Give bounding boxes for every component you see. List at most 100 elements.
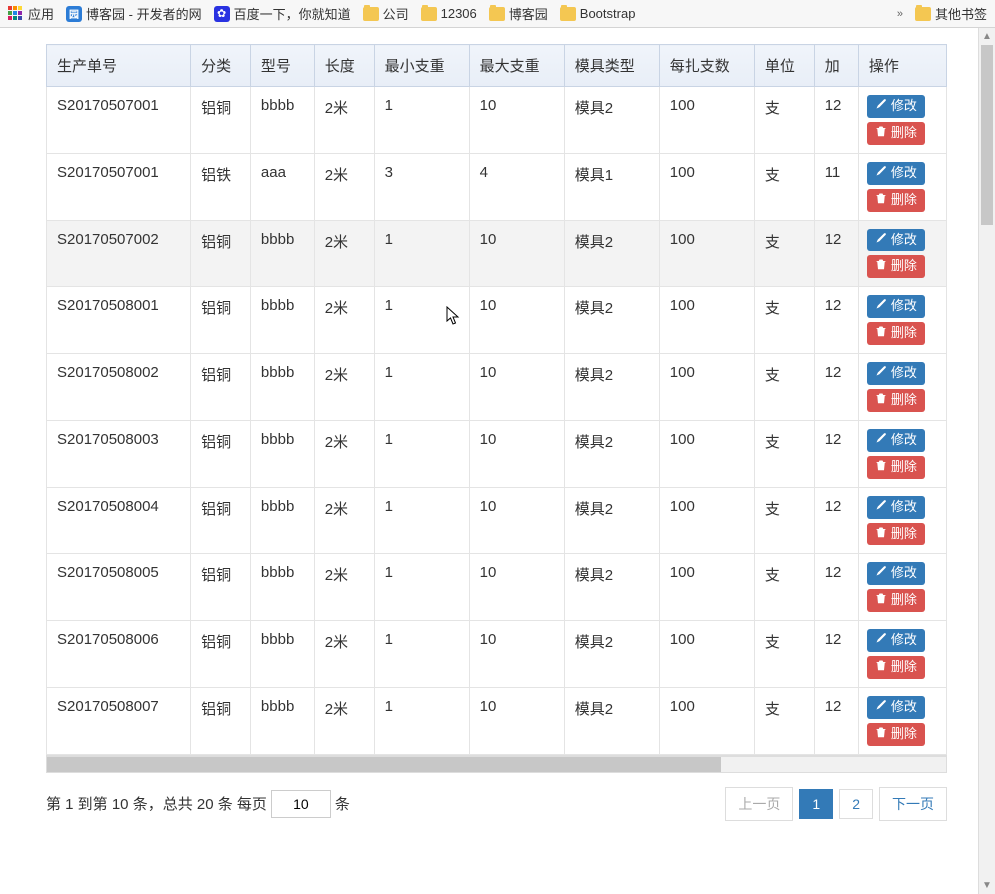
- table-cell: 100: [659, 554, 754, 621]
- table-cell: 2米: [314, 354, 374, 421]
- table-cell: 3: [374, 153, 469, 220]
- apps-bookmark[interactable]: 应用: [8, 4, 54, 23]
- page-2-button[interactable]: 2: [839, 789, 873, 819]
- edit-button[interactable]: 修改: [867, 95, 925, 118]
- folder-cnblogs[interactable]: 博客园: [489, 4, 548, 23]
- horizontal-scrollbar[interactable]: [46, 756, 947, 773]
- table-cell: 12: [814, 621, 858, 688]
- folder-icon: [560, 7, 576, 21]
- delete-label: 删除: [891, 325, 917, 342]
- edit-button[interactable]: 修改: [867, 562, 925, 585]
- delete-button[interactable]: 删除: [867, 723, 925, 746]
- page-size-input[interactable]: [271, 790, 331, 818]
- edit-button[interactable]: 修改: [867, 429, 925, 452]
- col-header[interactable]: 加: [814, 45, 858, 87]
- action-cell: 修改删除: [858, 287, 946, 354]
- col-header[interactable]: 单位: [754, 45, 814, 87]
- col-header[interactable]: 型号: [250, 45, 314, 87]
- table-cell: 2米: [314, 420, 374, 487]
- horizontal-scrollbar-thumb[interactable]: [47, 757, 721, 772]
- table-cell: S20170508005: [47, 554, 191, 621]
- delete-label: 删除: [891, 125, 917, 142]
- table-cell: 1: [374, 487, 469, 554]
- delete-button[interactable]: 删除: [867, 456, 925, 479]
- table-cell: 模具2: [564, 287, 659, 354]
- table-cell: 10: [469, 220, 564, 287]
- delete-button[interactable]: 删除: [867, 389, 925, 412]
- table-cell: 2米: [314, 220, 374, 287]
- col-header[interactable]: 生产单号: [47, 45, 191, 87]
- table-cell: 12: [814, 87, 858, 154]
- folder-12306[interactable]: 12306: [421, 6, 477, 21]
- table-cell: S20170508007: [47, 688, 191, 755]
- table-cell: 支: [754, 87, 814, 154]
- edit-button[interactable]: 修改: [867, 295, 925, 318]
- edit-button[interactable]: 修改: [867, 629, 925, 652]
- table-cell: 12: [814, 220, 858, 287]
- action-cell: 修改删除: [858, 420, 946, 487]
- table-cell: 1: [374, 87, 469, 154]
- edit-button[interactable]: 修改: [867, 362, 925, 385]
- action-cell: 修改删除: [858, 688, 946, 755]
- scroll-up-button[interactable]: ▲: [979, 28, 995, 45]
- col-header[interactable]: 每扎支数: [659, 45, 754, 87]
- col-header[interactable]: 最小支重: [374, 45, 469, 87]
- next-page-button[interactable]: 下一页: [879, 787, 947, 821]
- trash-icon: [875, 392, 887, 409]
- vertical-scrollbar-thumb[interactable]: [981, 45, 993, 225]
- delete-button[interactable]: 删除: [867, 589, 925, 612]
- table-cell: bbbb: [250, 688, 314, 755]
- table-cell: 1: [374, 621, 469, 688]
- edit-button[interactable]: 修改: [867, 229, 925, 252]
- col-header[interactable]: 操作: [858, 45, 946, 87]
- other-bookmarks[interactable]: 其他书签: [915, 4, 987, 23]
- folder-bootstrap[interactable]: Bootstrap: [560, 6, 636, 21]
- edit-icon: [875, 565, 887, 582]
- table-cell: 模具2: [564, 554, 659, 621]
- table-cell: 100: [659, 354, 754, 421]
- prev-page-button[interactable]: 上一页: [725, 787, 793, 821]
- table-cell: 12: [814, 287, 858, 354]
- bookmarks-overflow[interactable]: »: [893, 8, 907, 20]
- delete-button[interactable]: 删除: [867, 656, 925, 679]
- col-header[interactable]: 模具类型: [564, 45, 659, 87]
- col-header[interactable]: 最大支重: [469, 45, 564, 87]
- table-cell: 12: [814, 688, 858, 755]
- delete-button[interactable]: 删除: [867, 255, 925, 278]
- edit-button[interactable]: 修改: [867, 162, 925, 185]
- table-cell: 2米: [314, 688, 374, 755]
- delete-button[interactable]: 删除: [867, 189, 925, 212]
- edit-label: 修改: [891, 499, 917, 516]
- cnblogs-bookmark[interactable]: 园 博客园 - 开发者的网: [66, 4, 202, 23]
- delete-button[interactable]: 删除: [867, 322, 925, 345]
- table-cell: 1: [374, 420, 469, 487]
- pager-info-prefix: 第 1 到第 10 条，总共 20 条 每页: [46, 793, 267, 814]
- folder-icon: [421, 7, 437, 21]
- edit-icon: [875, 632, 887, 649]
- table-cell: 2米: [314, 487, 374, 554]
- folder-label: 12306: [441, 6, 477, 21]
- edit-button[interactable]: 修改: [867, 696, 925, 719]
- table-cell: 支: [754, 688, 814, 755]
- col-header[interactable]: 长度: [314, 45, 374, 87]
- trash-icon: [875, 726, 887, 743]
- delete-button[interactable]: 删除: [867, 523, 925, 546]
- folder-company[interactable]: 公司: [363, 4, 409, 23]
- delete-button[interactable]: 删除: [867, 122, 925, 145]
- delete-label: 删除: [891, 459, 917, 476]
- page-1-button[interactable]: 1: [799, 789, 833, 819]
- table-cell: 铝铜: [191, 220, 251, 287]
- table-container: 生产单号分类型号长度最小支重最大支重模具类型每扎支数单位加操作 S2017050…: [46, 44, 947, 756]
- table-row: S20170507002铝铜bbbb2米110模具2100支12修改删除: [47, 220, 947, 287]
- delete-label: 删除: [891, 592, 917, 609]
- baidu-bookmark[interactable]: ✿ 百度一下，你就知道: [214, 4, 351, 23]
- table-cell: bbbb: [250, 420, 314, 487]
- delete-label: 删除: [891, 192, 917, 209]
- table-cell: 铝铜: [191, 87, 251, 154]
- vertical-scrollbar[interactable]: ▲ ▼: [978, 28, 995, 894]
- action-cell: 修改删除: [858, 220, 946, 287]
- scroll-down-button[interactable]: ▼: [979, 877, 995, 894]
- edit-button[interactable]: 修改: [867, 496, 925, 519]
- edit-icon: [875, 499, 887, 516]
- col-header[interactable]: 分类: [191, 45, 251, 87]
